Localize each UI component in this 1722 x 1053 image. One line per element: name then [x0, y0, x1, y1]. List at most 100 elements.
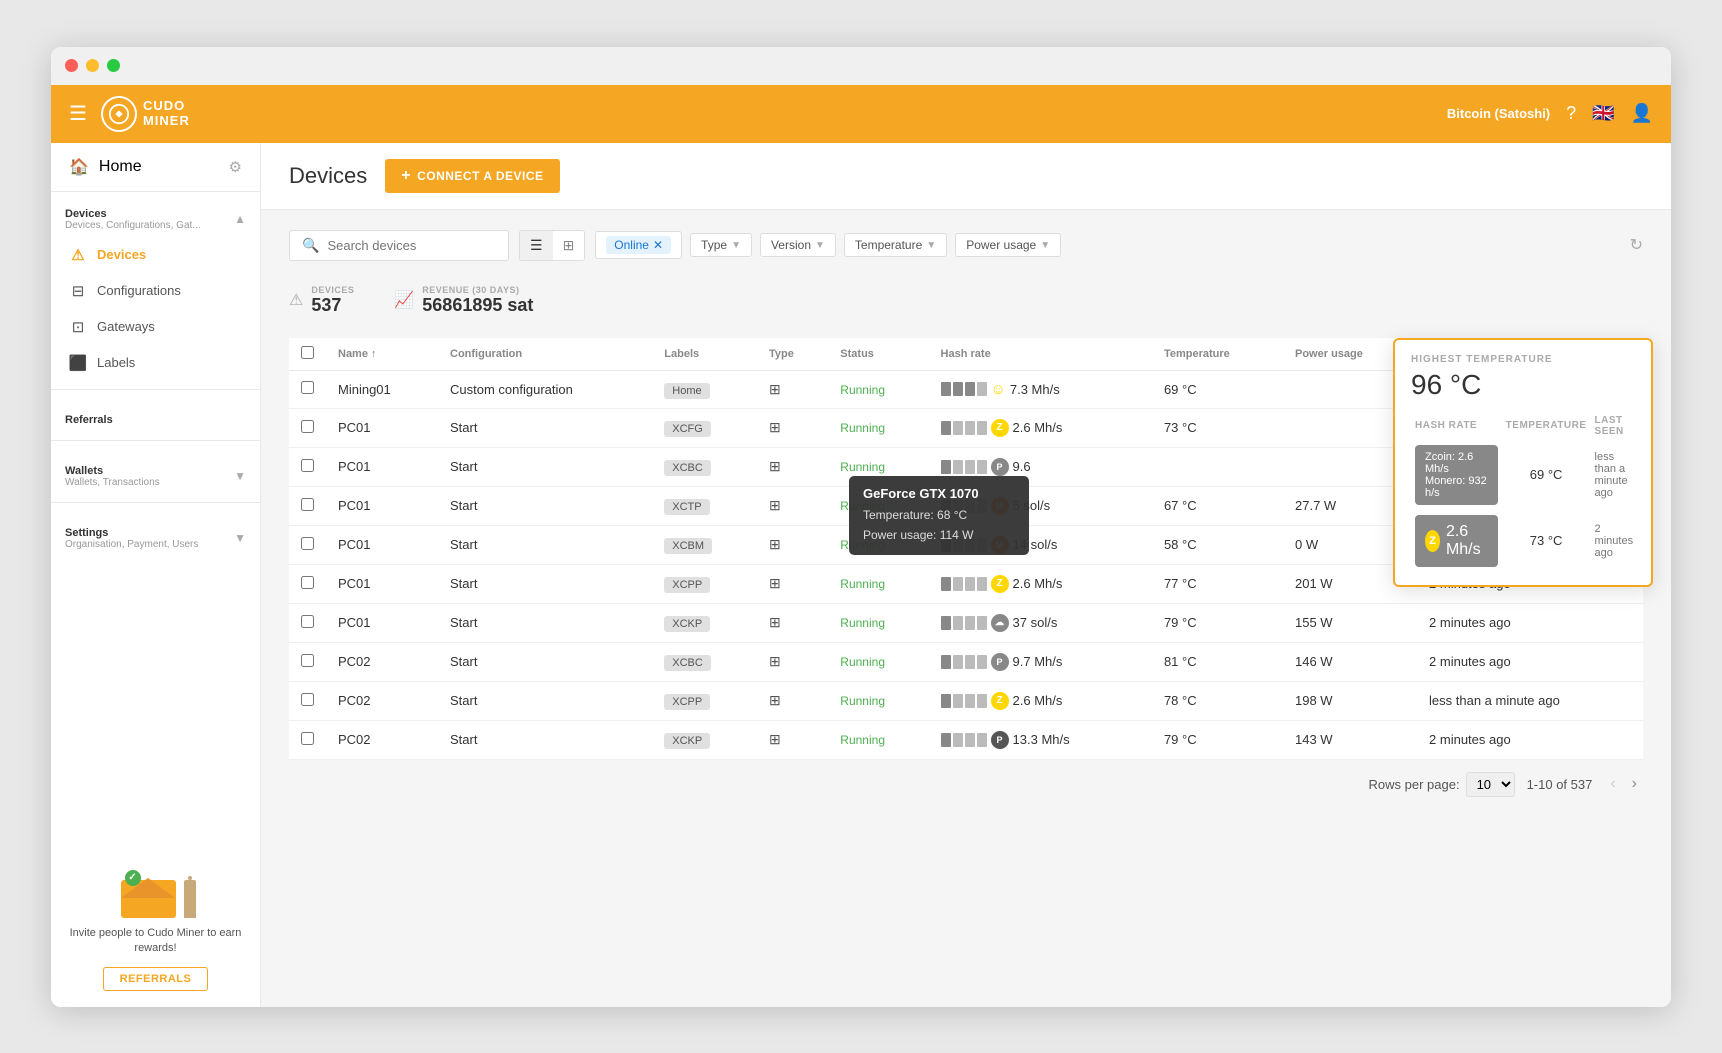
- table-row[interactable]: PC02 Start XCPP ⊞ Running Z 2.6 Mh/s: [289, 681, 1643, 720]
- revenue-stat: 📈 REVENUE (30 DAYS) 56861895 sat: [394, 285, 533, 316]
- refresh-button[interactable]: ↻: [1630, 235, 1643, 255]
- help-icon[interactable]: ?: [1566, 103, 1576, 124]
- row-checkbox[interactable]: [301, 420, 314, 433]
- sidebar-home-label: Home: [99, 158, 142, 176]
- settings-section-header[interactable]: Settings Organisation, Payment, Users ▼: [51, 521, 260, 556]
- wallets-chevron-icon[interactable]: ▼: [234, 469, 246, 483]
- logo-text: CUDOMINER: [143, 99, 190, 128]
- power-filter[interactable]: Power usage ▼: [955, 233, 1061, 257]
- logo: CUDOMINER: [101, 96, 190, 132]
- row-checkbox[interactable]: [301, 654, 314, 667]
- filters-row: 🔍 ☰ ⊞ Online ✕: [289, 230, 1643, 261]
- referrals-section-header[interactable]: Referrals: [51, 408, 260, 432]
- chevron-up-icon[interactable]: ▲: [234, 212, 246, 226]
- referrals-button[interactable]: REFERRALS: [103, 967, 209, 991]
- devices-stat: ⚠ DEVICES 537: [289, 285, 354, 316]
- close-btn[interactable]: [65, 59, 78, 72]
- status-col-header[interactable]: Status: [828, 338, 928, 371]
- device-config: Custom configuration: [438, 370, 652, 408]
- grid-view-button[interactable]: ⊞: [553, 231, 585, 260]
- list-view-button[interactable]: ☰: [520, 231, 553, 260]
- table-row[interactable]: PC01 Start XCKP ⊞ Running ☁ 37 sol/s: [289, 603, 1643, 642]
- user-icon[interactable]: 👤: [1631, 103, 1653, 124]
- online-tag-close[interactable]: ✕: [653, 238, 663, 252]
- panel-header: HIGHEST TEMPERATURE: [1411, 354, 1635, 365]
- flag-icon[interactable]: 🇬🇧: [1592, 103, 1614, 124]
- name-col-header[interactable]: Name ↑: [326, 338, 438, 371]
- type-col-header[interactable]: Type: [757, 338, 828, 371]
- row-checkbox[interactable]: [301, 576, 314, 589]
- rows-per-page-select[interactable]: 10 25 50: [1466, 772, 1515, 797]
- sidebar-bottom: ✓ Invite people to Cudo Miner to earn re…: [51, 832, 260, 1007]
- temp-col-header[interactable]: Temperature: [1152, 338, 1283, 371]
- hashrate-col-header[interactable]: Hash rate: [929, 338, 1152, 371]
- labels-col-header[interactable]: Labels: [652, 338, 757, 371]
- topbar: ☰ CUDOMINER Bitcoin (Satoshi) ? 🇬🇧 👤: [51, 85, 1671, 143]
- settings-icon[interactable]: ⚙: [229, 158, 242, 176]
- prev-page-button[interactable]: ‹: [1604, 773, 1621, 795]
- inner-card-1: Zcoin: 2.6 Mh/s Monero: 932 h/s: [1415, 445, 1498, 505]
- main-content: Devices + CONNECT A DEVICE 🔍: [261, 143, 1671, 1007]
- devices-stat-value: 537: [311, 295, 354, 316]
- row-checkbox[interactable]: [301, 693, 314, 706]
- lastseen-col: Last seen: [1591, 413, 1638, 439]
- sidebar-item-configurations-label: Configurations: [97, 283, 181, 298]
- table-container: Name ↑ Configuration Labels Type Status …: [289, 338, 1643, 760]
- temperature-filter-label: Temperature: [855, 238, 922, 252]
- row-checkbox[interactable]: [301, 732, 314, 745]
- sidebar: 🏠 Home ⚙ Devices Devices, Configurations…: [51, 143, 261, 1007]
- search-box: 🔍: [289, 230, 509, 261]
- devices-stat-icon: ⚠: [289, 290, 303, 310]
- sidebar-invite-text: Invite people to Cudo Miner to earn rewa…: [67, 926, 244, 957]
- plus-icon: +: [401, 167, 411, 185]
- pagination-buttons: ‹ ›: [1604, 773, 1643, 795]
- devices-section-header[interactable]: Devices Devices, Configurations, Gat... …: [51, 202, 260, 237]
- table-footer: Rows per page: 10 25 50 1-10 of 537 ‹ ›: [289, 760, 1643, 809]
- content-area: 🔍 ☰ ⊞ Online ✕: [261, 210, 1671, 1007]
- row-checkbox[interactable]: [301, 537, 314, 550]
- sidebar-item-devices[interactable]: ⚠ Devices: [51, 237, 260, 273]
- sidebar-item-devices-label: Devices: [97, 247, 146, 262]
- minimize-btn[interactable]: [86, 59, 99, 72]
- row-checkbox[interactable]: [301, 459, 314, 472]
- device-status: Running: [828, 370, 928, 408]
- menu-toggle[interactable]: ☰: [69, 101, 87, 126]
- connect-device-button[interactable]: + CONNECT A DEVICE: [385, 159, 559, 193]
- sidebar-home[interactable]: 🏠 Home ⚙: [51, 143, 260, 192]
- sidebar-item-labels[interactable]: ⬛ Labels: [51, 345, 260, 381]
- search-input[interactable]: [327, 238, 496, 253]
- maximize-btn[interactable]: [107, 59, 120, 72]
- table-row[interactable]: PC02 Start XCKP ⊞ Running P 13.3 Mh/s: [289, 720, 1643, 759]
- online-filter-tag[interactable]: Online ✕: [595, 231, 682, 259]
- hashrate-col: Hash rate: [1411, 413, 1502, 439]
- sidebar-item-configurations[interactable]: ⊟ Configurations: [51, 273, 260, 309]
- titlebar: [51, 47, 1671, 85]
- config-col-header[interactable]: Configuration: [438, 338, 652, 371]
- device-temp: 69 °C: [1152, 370, 1283, 408]
- pagination-info: 1-10 of 537: [1527, 777, 1593, 792]
- type-filter[interactable]: Type ▼: [690, 233, 752, 257]
- gateways-icon: ⊡: [69, 318, 87, 336]
- labels-icon: ⬛: [69, 354, 87, 372]
- filter-tags: Online ✕ Type ▼ Version ▼: [595, 231, 1619, 259]
- rows-per-page-label: Rows per page:: [1369, 777, 1460, 792]
- table-row[interactable]: PC02 Start XCBC ⊞ Running P 9.7 Mh/s: [289, 642, 1643, 681]
- wallets-section-header[interactable]: Wallets Wallets, Transactions ▼: [51, 459, 260, 494]
- temp-col: Temperature: [1502, 413, 1591, 439]
- next-page-button[interactable]: ›: [1626, 773, 1643, 795]
- wallets-section-subtitle: Wallets, Transactions: [65, 477, 160, 488]
- referrals-section-title: Referrals: [65, 414, 113, 426]
- temperature-chevron-icon: ▼: [926, 240, 936, 251]
- sidebar-item-gateways-label: Gateways: [97, 319, 155, 334]
- settings-chevron-icon[interactable]: ▼: [234, 531, 246, 545]
- version-filter[interactable]: Version ▼: [760, 233, 836, 257]
- version-chevron-icon: ▼: [815, 240, 825, 251]
- configurations-icon: ⊟: [69, 282, 87, 300]
- sidebar-item-gateways[interactable]: ⊡ Gateways: [51, 309, 260, 345]
- temperature-filter[interactable]: Temperature ▼: [844, 233, 947, 257]
- row-checkbox[interactable]: [301, 615, 314, 628]
- select-all-checkbox[interactable]: [301, 346, 314, 359]
- row-checkbox[interactable]: [301, 498, 314, 511]
- row-checkbox[interactable]: [301, 381, 314, 394]
- device-type: ⊞: [757, 370, 828, 408]
